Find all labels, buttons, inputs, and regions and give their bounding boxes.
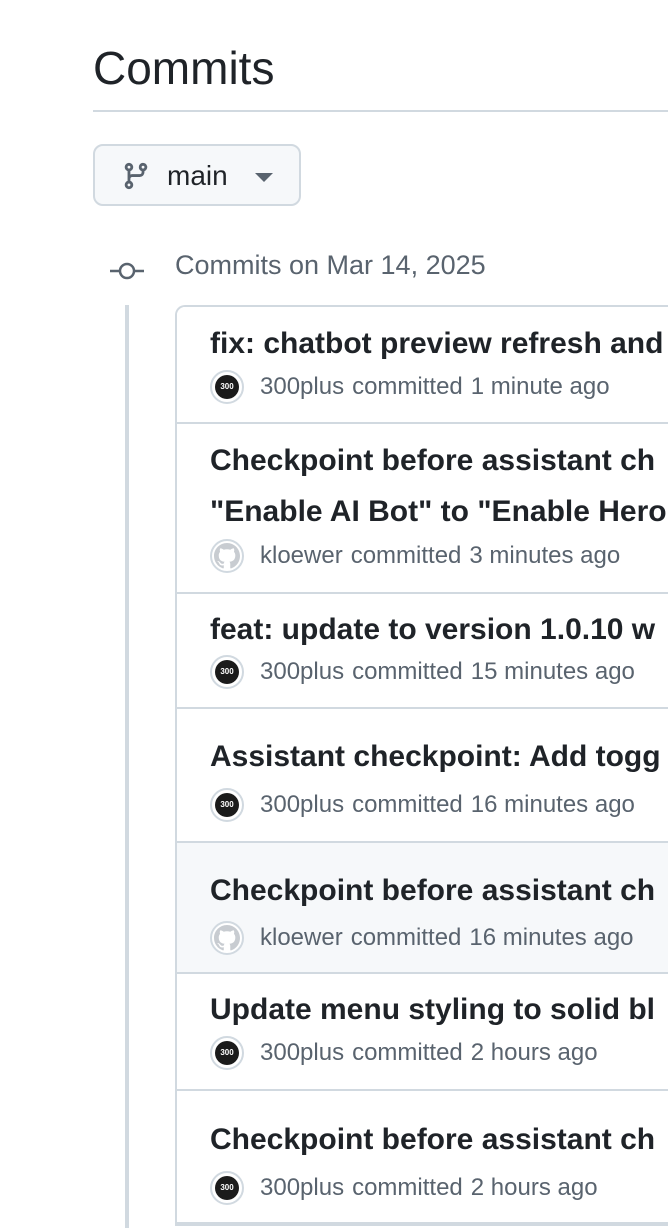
commit-row[interactable]: Checkpoint before assistant ch 300 300pl…: [177, 1091, 668, 1224]
github-avatar-icon: [214, 543, 240, 569]
commit-action: committed: [352, 658, 463, 685]
commit-time: 16 minutes ago: [469, 924, 634, 951]
commit-action: committed: [352, 1039, 463, 1066]
commit-time: 1 minute ago: [470, 373, 610, 400]
commit-time: 2 hours ago: [470, 1174, 598, 1201]
commit-row[interactable]: Assistant checkpoint: Add togg 300 300pl…: [177, 709, 668, 843]
avatar[interactable]: 300: [210, 655, 244, 689]
avatar[interactable]: 300: [210, 370, 244, 404]
timeline-line: [125, 305, 129, 1228]
avatar[interactable]: 300: [210, 1036, 244, 1070]
git-branch-icon: [124, 162, 148, 190]
commit-author-link[interactable]: 300plus: [260, 791, 344, 819]
commit-action: committed: [350, 924, 462, 951]
commit-author-link[interactable]: 300plus: [260, 658, 344, 686]
git-commit-icon: [110, 262, 144, 280]
commit-row[interactable]: feat: update to version 1.0.10 w 300 300…: [177, 594, 668, 709]
commit-author-link[interactable]: 300plus: [260, 1174, 344, 1202]
commit-title-link[interactable]: Checkpoint before assistant ch: [210, 441, 655, 481]
commit-title-link[interactable]: Checkpoint before assistant ch: [210, 1120, 655, 1160]
commit-row[interactable]: fix: chatbot preview refresh and 300 300…: [177, 307, 668, 424]
avatar[interactable]: [210, 539, 244, 573]
avatar-text: 300: [215, 1176, 239, 1200]
commit-meta: kloewer committed 3 minutes ago: [210, 538, 620, 574]
avatar-text: 300: [215, 660, 239, 684]
commit-title-link-line2[interactable]: "Enable AI Bot" to "Enable Hero: [210, 492, 667, 532]
commit-time: 2 hours ago: [470, 1039, 598, 1066]
commit-row[interactable]: Checkpoint before assistant ch kloewer c…: [177, 843, 668, 974]
commit-action: committed: [350, 542, 462, 569]
commit-author-link[interactable]: kloewer: [260, 542, 343, 570]
commit-row[interactable]: Update menu styling to solid bl 300 300p…: [177, 974, 668, 1091]
commit-group-date: Commits on Mar 14, 2025: [175, 250, 486, 280]
commit-meta: 300 300plus committed 16 minutes ago: [210, 787, 635, 823]
commit-title-link[interactable]: fix: chatbot preview refresh and: [210, 324, 663, 364]
commit-meta: 300 300plus committed 15 minutes ago: [210, 654, 635, 690]
github-avatar-icon: [214, 925, 240, 951]
commit-author-link[interactable]: 300plus: [260, 1039, 344, 1067]
title-divider: [93, 110, 668, 112]
avatar[interactable]: [210, 921, 244, 955]
commit-action: committed: [352, 791, 463, 818]
avatar[interactable]: 300: [210, 788, 244, 822]
commit-time: 3 minutes ago: [469, 542, 621, 569]
commit-action: committed: [352, 1174, 463, 1201]
commit-title-link[interactable]: Update menu styling to solid bl: [210, 990, 655, 1030]
commit-title-link[interactable]: Checkpoint before assistant ch: [210, 871, 655, 911]
commit-time: 15 minutes ago: [470, 658, 635, 685]
caret-down-icon: [255, 173, 273, 182]
commit-row[interactable]: Checkpoint before assistant ch "Enable A…: [177, 424, 668, 594]
commit-meta: kloewer committed 16 minutes ago: [210, 920, 634, 956]
avatar-text: 300: [215, 375, 239, 399]
commit-title-link[interactable]: Assistant checkpoint: Add togg: [210, 737, 661, 777]
branch-select-button[interactable]: main: [93, 144, 301, 206]
avatar-text: 300: [215, 793, 239, 817]
commit-title-link[interactable]: feat: update to version 1.0.10 w: [210, 610, 655, 650]
commit-author-link[interactable]: kloewer: [260, 924, 343, 952]
commit-meta: 300 300plus committed 1 minute ago: [210, 369, 610, 405]
commit-action: committed: [352, 373, 463, 400]
commit-list: fix: chatbot preview refresh and 300 300…: [175, 305, 668, 1226]
avatar-text: 300: [215, 1041, 239, 1065]
commit-meta: 300 300plus committed 2 hours ago: [210, 1035, 598, 1071]
commit-time: 16 minutes ago: [470, 791, 635, 818]
commit-author-link[interactable]: 300plus: [260, 373, 344, 401]
commit-meta: 300 300plus committed 2 hours ago: [210, 1170, 598, 1206]
page-title: Commits: [93, 42, 275, 94]
branch-label: main: [167, 160, 228, 191]
avatar[interactable]: 300: [210, 1171, 244, 1205]
